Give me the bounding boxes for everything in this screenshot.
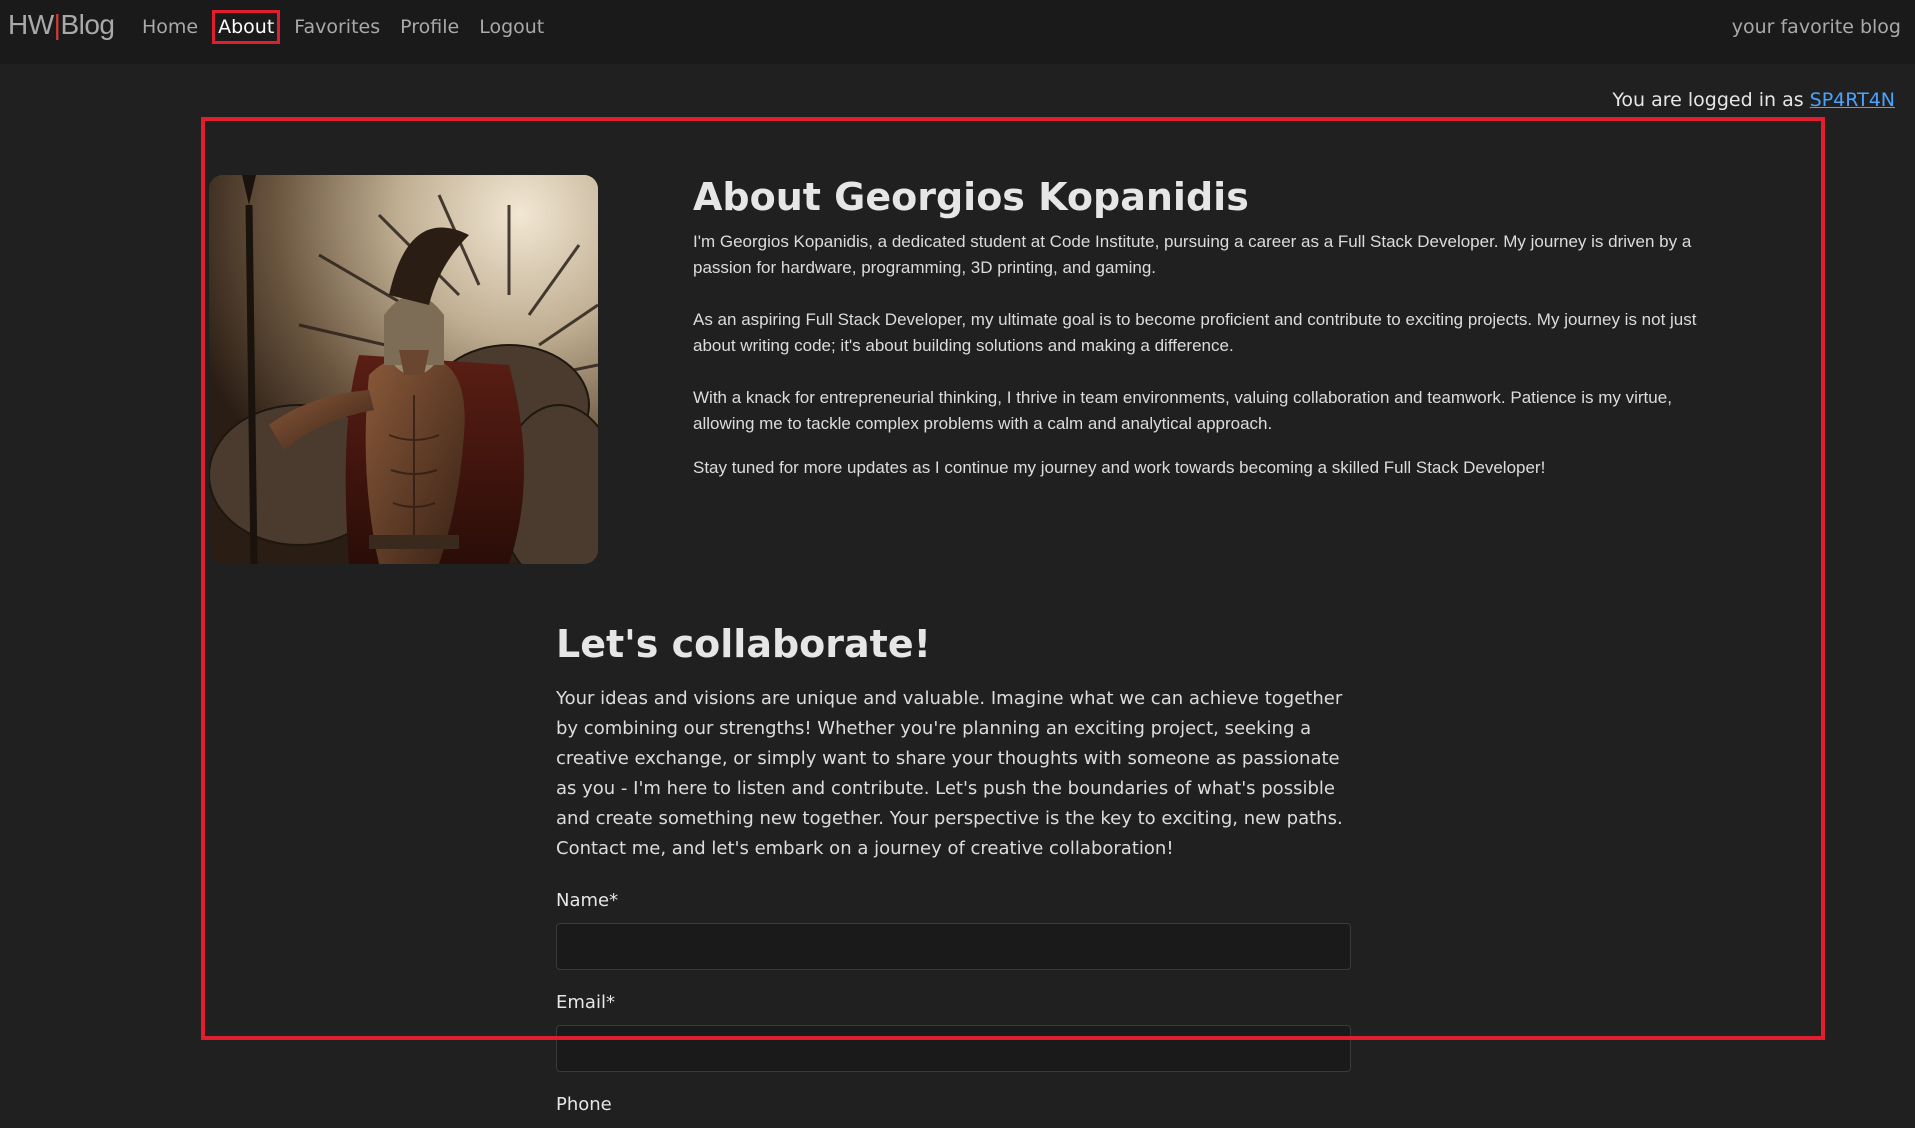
name-label: Name* <box>556 890 619 911</box>
navbar: HW|Blog Home About Favorites Profile Log… <box>0 0 1915 64</box>
about-paragraph-2: As an aspiring Full Stack Developer, my … <box>693 310 1697 355</box>
about-title: About Georgios Kopanidis <box>693 175 1249 219</box>
brand-right: Blog <box>60 9 115 40</box>
phone-label: Phone <box>556 1094 612 1115</box>
tagline: your favorite blog <box>1731 16 1901 38</box>
email-field[interactable] <box>556 1025 1351 1072</box>
email-label: Email* <box>556 992 615 1013</box>
portrait-illustration <box>209 175 598 564</box>
about-section: About Georgios Kopanidis I'm Georgios Ko… <box>693 175 1733 507</box>
login-prefix: You are logged in as <box>1612 89 1810 111</box>
login-status: You are logged in as SP4RT4N <box>1612 89 1895 111</box>
brand-logo[interactable]: HW|Blog <box>8 9 115 41</box>
collaborate-title: Let's collaborate! <box>556 622 931 666</box>
nav-link-favorites[interactable]: Favorites <box>294 16 380 38</box>
nav-link-profile[interactable]: Profile <box>400 16 459 38</box>
about-paragraph-1: I'm Georgios Kopanidis, a dedicated stud… <box>693 232 1692 277</box>
nav-links: Home About Favorites Profile Logout <box>142 10 564 44</box>
nav-link-logout[interactable]: Logout <box>479 16 544 38</box>
brand-left: HW <box>8 9 54 40</box>
profile-portrait-image <box>209 175 598 564</box>
nav-link-home[interactable]: Home <box>142 16 198 38</box>
username-link[interactable]: SP4RT4N <box>1810 89 1895 111</box>
name-field[interactable] <box>556 923 1351 970</box>
about-paragraph-3: With a knack for entrepreneurial thinkin… <box>693 388 1672 433</box>
nav-link-about[interactable]: About <box>212 10 281 44</box>
collaborate-section: Let's collaborate! Your ideas and vision… <box>556 622 1351 1127</box>
about-paragraph-4: Stay tuned for more updates as I continu… <box>693 458 1546 477</box>
collaborate-text: Your ideas and visions are unique and va… <box>556 688 1343 859</box>
